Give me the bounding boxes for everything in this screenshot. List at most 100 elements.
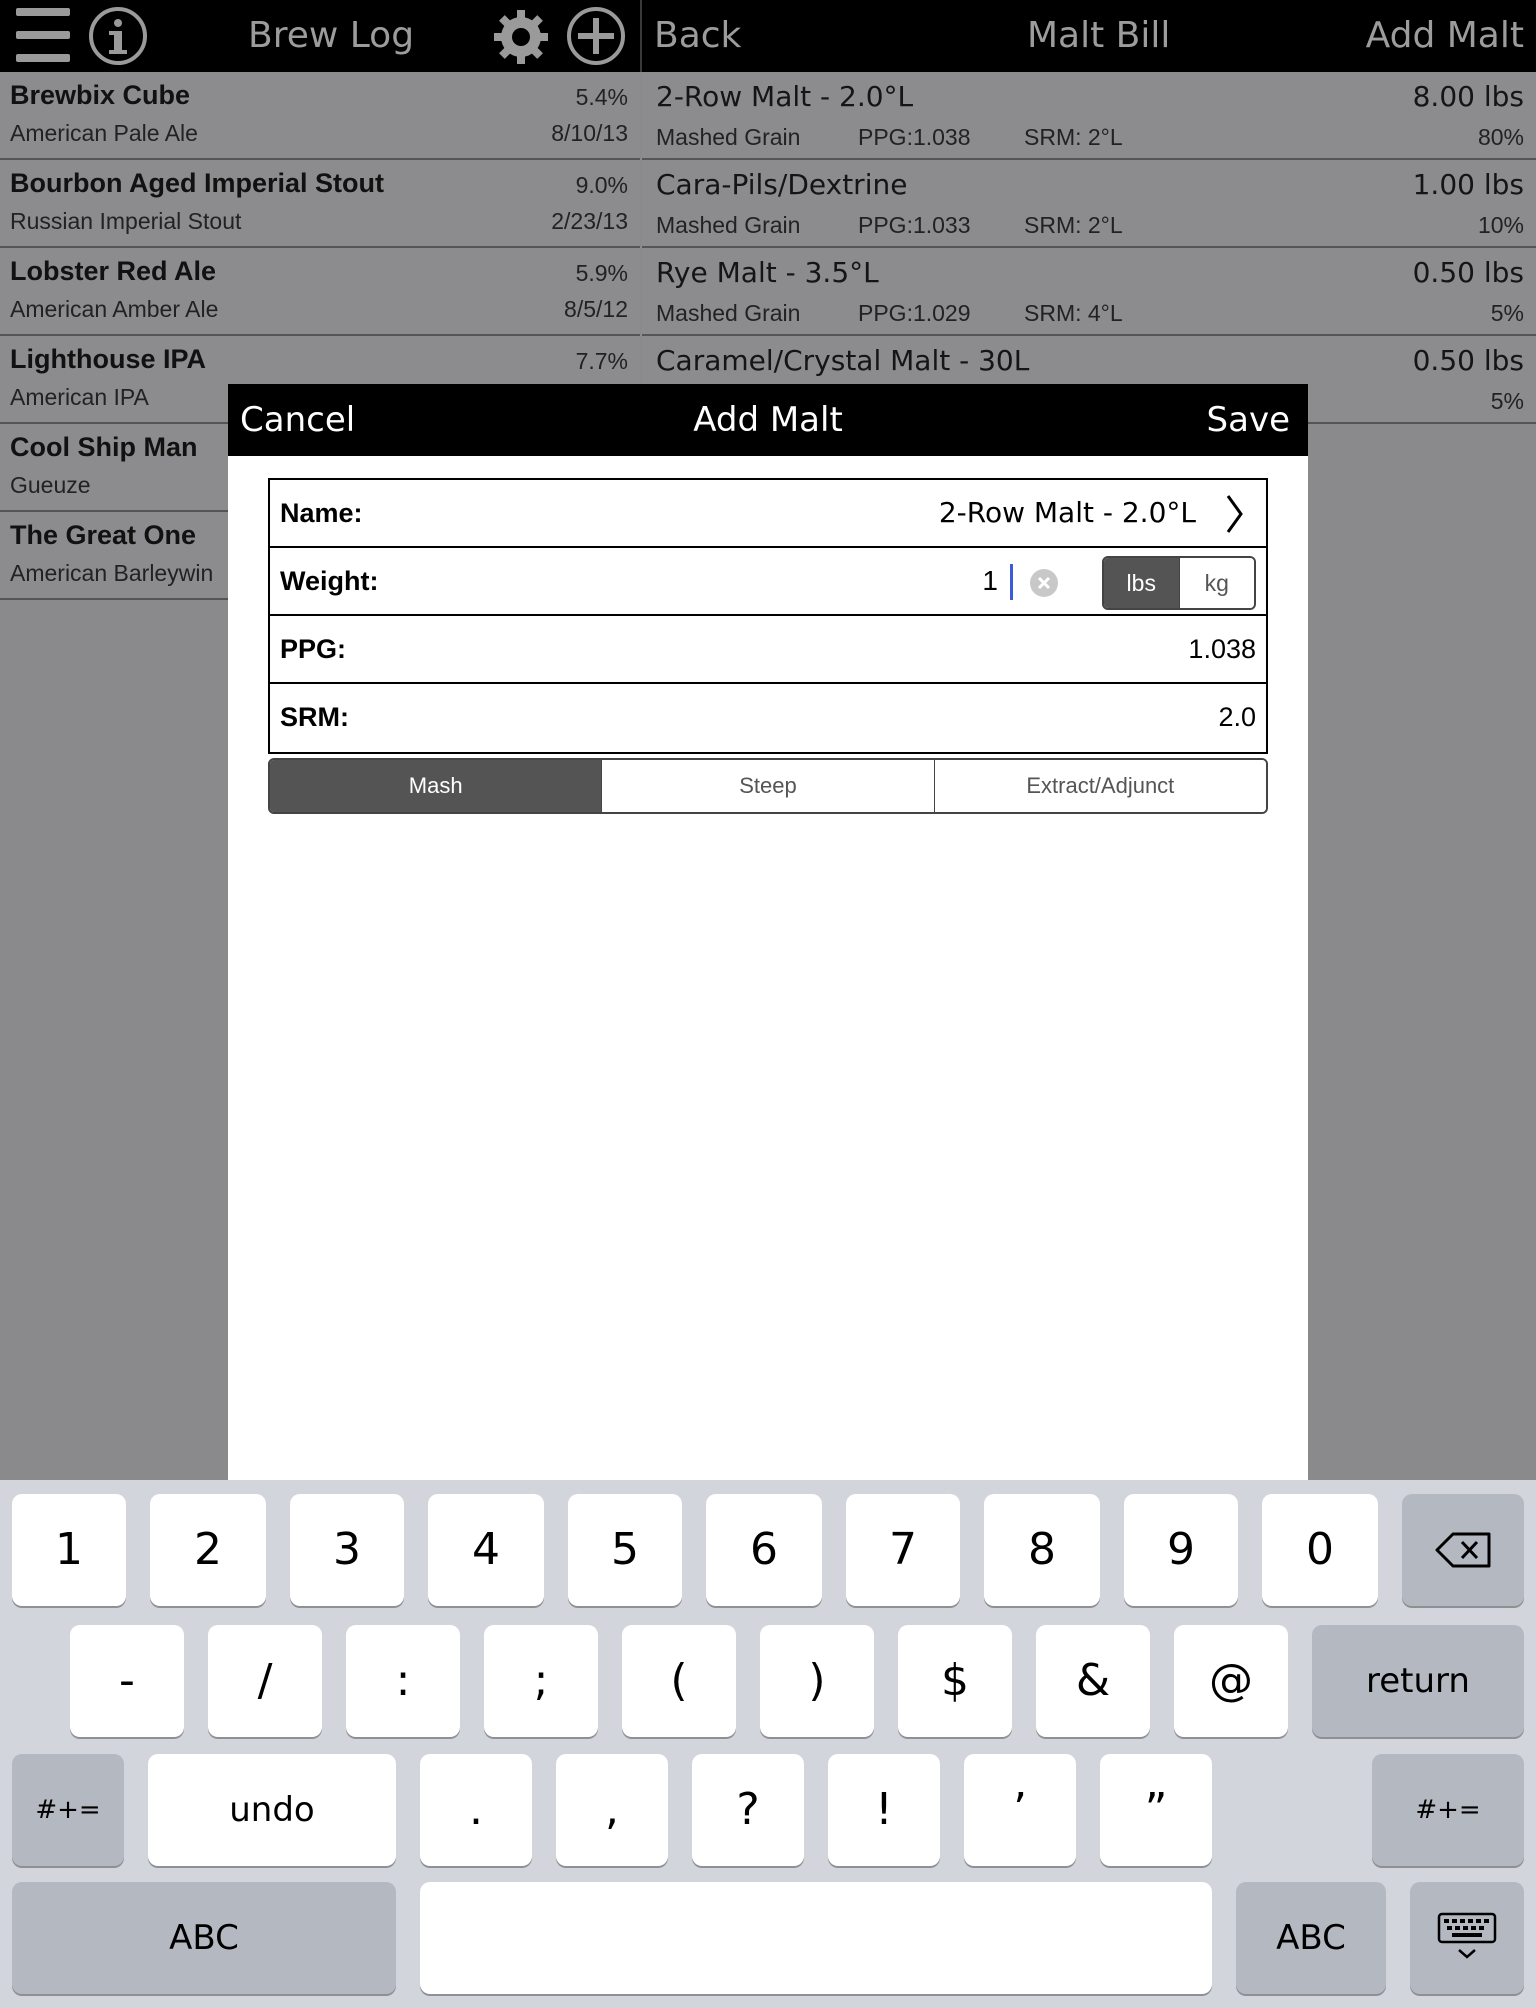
- key-3[interactable]: 3: [290, 1494, 404, 1606]
- undo-key[interactable]: undo: [148, 1754, 396, 1866]
- key-8[interactable]: 8: [984, 1494, 1100, 1606]
- key-comma[interactable]: ,: [556, 1754, 668, 1866]
- key-4[interactable]: 4: [428, 1494, 544, 1606]
- list-item[interactable]: Lobster Red Ale American Amber Ale 5.9% …: [0, 248, 640, 336]
- weight-label: Weight:: [280, 566, 379, 596]
- return-key[interactable]: return: [1312, 1625, 1524, 1737]
- malt-name: Caramel/Crystal Malt - 30L: [656, 344, 1030, 377]
- malt-weight: 1.00 lbs: [1412, 168, 1524, 201]
- key-7[interactable]: 7: [846, 1494, 960, 1606]
- malt-percent: 5%: [1490, 388, 1524, 414]
- brew-log-title: Brew Log: [248, 15, 415, 56]
- gear-icon[interactable]: [492, 8, 550, 66]
- malt-name: 2-Row Malt - 2.0°L: [656, 80, 914, 113]
- abc-key-left[interactable]: ABC: [12, 1882, 396, 1994]
- name-row[interactable]: Name: 2-Row Malt - 2.0°L: [270, 480, 1266, 548]
- ppg-row: PPG: 1.038: [270, 616, 1266, 684]
- back-button[interactable]: Back: [654, 0, 741, 72]
- brew-abv: 9.0%: [575, 172, 628, 198]
- keyboard: 1 2 3 4 5 6 7 8 9 0 - / : ; ( ) $ & @ re…: [0, 1480, 1536, 2008]
- type-extract-adjunct-segment[interactable]: Extract/Adjunct: [933, 760, 1266, 812]
- name-value: 2-Row Malt - 2.0°L: [938, 496, 1196, 529]
- malt-percent: 5%: [1490, 300, 1524, 326]
- key-exclamation[interactable]: !: [828, 1754, 940, 1866]
- unit-kg-segment[interactable]: kg: [1178, 558, 1254, 608]
- brew-abv: 5.4%: [575, 84, 628, 110]
- add-icon[interactable]: [566, 6, 626, 66]
- key-ampersand[interactable]: &: [1036, 1625, 1150, 1737]
- brew-abv: 7.7%: [575, 348, 628, 374]
- key-5[interactable]: 5: [568, 1494, 682, 1606]
- key-hyphen[interactable]: -: [70, 1625, 184, 1737]
- brew-style: American Amber Ale: [10, 296, 219, 322]
- hide-keyboard-icon: [1437, 1912, 1497, 1959]
- malt-srm: SRM: 2°L: [1024, 212, 1123, 238]
- malt-type: Mashed Grain: [656, 124, 801, 150]
- brew-style: American IPA: [10, 384, 149, 410]
- key-colon[interactable]: :: [346, 1625, 460, 1737]
- key-quote[interactable]: ”: [1100, 1754, 1212, 1866]
- cancel-button[interactable]: Cancel: [240, 384, 355, 456]
- malt-name: Cara-Pils/Dextrine: [656, 168, 908, 201]
- malt-srm: SRM: 2°L: [1024, 124, 1123, 150]
- key-question[interactable]: ?: [692, 1754, 804, 1866]
- ppg-value[interactable]: 1.038: [1188, 616, 1256, 682]
- key-period[interactable]: .: [420, 1754, 532, 1866]
- add-malt-nav-button[interactable]: Add Malt: [1366, 0, 1524, 72]
- backspace-icon: [1435, 1532, 1491, 1568]
- malt-ppg: PPG:1.029: [858, 300, 971, 326]
- brew-style: Russian Imperial Stout: [10, 208, 242, 234]
- malt-percent: 80%: [1477, 124, 1524, 150]
- list-item[interactable]: Cara-Pils/Dextrine Mashed Grain PPG:1.03…: [642, 160, 1536, 248]
- srm-row: SRM: 2.0: [270, 684, 1266, 752]
- brew-name: The Great One: [10, 520, 197, 550]
- key-9[interactable]: 9: [1124, 1494, 1238, 1606]
- brew-style: American Barleywin: [10, 560, 214, 586]
- key-slash[interactable]: /: [208, 1625, 322, 1737]
- unit-segmented-control: lbs kg: [1102, 556, 1256, 610]
- malt-type: Mashed Grain: [656, 212, 801, 238]
- add-malt-modal: Add Malt Cancel Save Name: 2-Row Malt - …: [228, 384, 1308, 1480]
- malt-weight: 8.00 lbs: [1412, 80, 1524, 113]
- space-bar[interactable]: [420, 1882, 1212, 1994]
- list-item[interactable]: 2-Row Malt - 2.0°L Mashed Grain PPG:1.03…: [642, 72, 1536, 160]
- srm-value[interactable]: 2.0: [1218, 684, 1256, 750]
- key-open-paren[interactable]: (: [622, 1625, 736, 1737]
- type-mash-segment[interactable]: Mash: [270, 760, 602, 812]
- clear-icon[interactable]: [1030, 569, 1058, 597]
- key-at[interactable]: @: [1174, 1625, 1288, 1737]
- symbols-shift-key-right[interactable]: #+=: [1372, 1754, 1524, 1866]
- weight-input[interactable]: [570, 558, 1006, 604]
- menu-icon[interactable]: [16, 8, 70, 64]
- key-close-paren[interactable]: ): [760, 1625, 874, 1737]
- symbols-shift-key-left[interactable]: #+=: [12, 1754, 124, 1866]
- ppg-label: PPG:: [280, 634, 347, 664]
- key-dollar[interactable]: $: [898, 1625, 1012, 1737]
- list-item[interactable]: Brewbix Cube American Pale Ale 5.4% 8/10…: [0, 72, 640, 160]
- weight-row: Weight: lbs kg: [270, 548, 1266, 616]
- key-semicolon[interactable]: ;: [484, 1625, 598, 1737]
- info-icon[interactable]: [88, 6, 148, 66]
- modal-title: Add Malt: [693, 400, 843, 440]
- srm-label: SRM:: [280, 702, 349, 732]
- key-0[interactable]: 0: [1262, 1494, 1378, 1606]
- abc-key-right[interactable]: ABC: [1236, 1882, 1386, 1994]
- brew-log-navbar: Brew Log: [0, 0, 640, 72]
- brew-name: Cool Ship Man: [10, 432, 198, 462]
- list-item[interactable]: Rye Malt - 3.5°L Mashed Grain PPG:1.029 …: [642, 248, 1536, 336]
- key-6[interactable]: 6: [706, 1494, 822, 1606]
- key-2[interactable]: 2: [150, 1494, 266, 1606]
- brew-style: American Pale Ale: [10, 120, 198, 146]
- key-1[interactable]: 1: [12, 1494, 126, 1606]
- list-item[interactable]: Bourbon Aged Imperial Stout Russian Impe…: [0, 160, 640, 248]
- name-label: Name:: [280, 498, 363, 528]
- save-button[interactable]: Save: [1207, 384, 1290, 456]
- hide-keyboard-key[interactable]: [1410, 1882, 1524, 1994]
- type-steep-segment[interactable]: Steep: [601, 760, 934, 812]
- chevron-right-icon: [1226, 495, 1243, 533]
- malt-type-segmented-control: Mash Steep Extract/Adjunct: [268, 758, 1268, 814]
- backspace-key[interactable]: [1402, 1494, 1524, 1606]
- malt-srm: SRM: 4°L: [1024, 300, 1123, 326]
- key-apostrophe[interactable]: ’: [964, 1754, 1076, 1866]
- unit-lbs-segment[interactable]: lbs: [1104, 558, 1179, 608]
